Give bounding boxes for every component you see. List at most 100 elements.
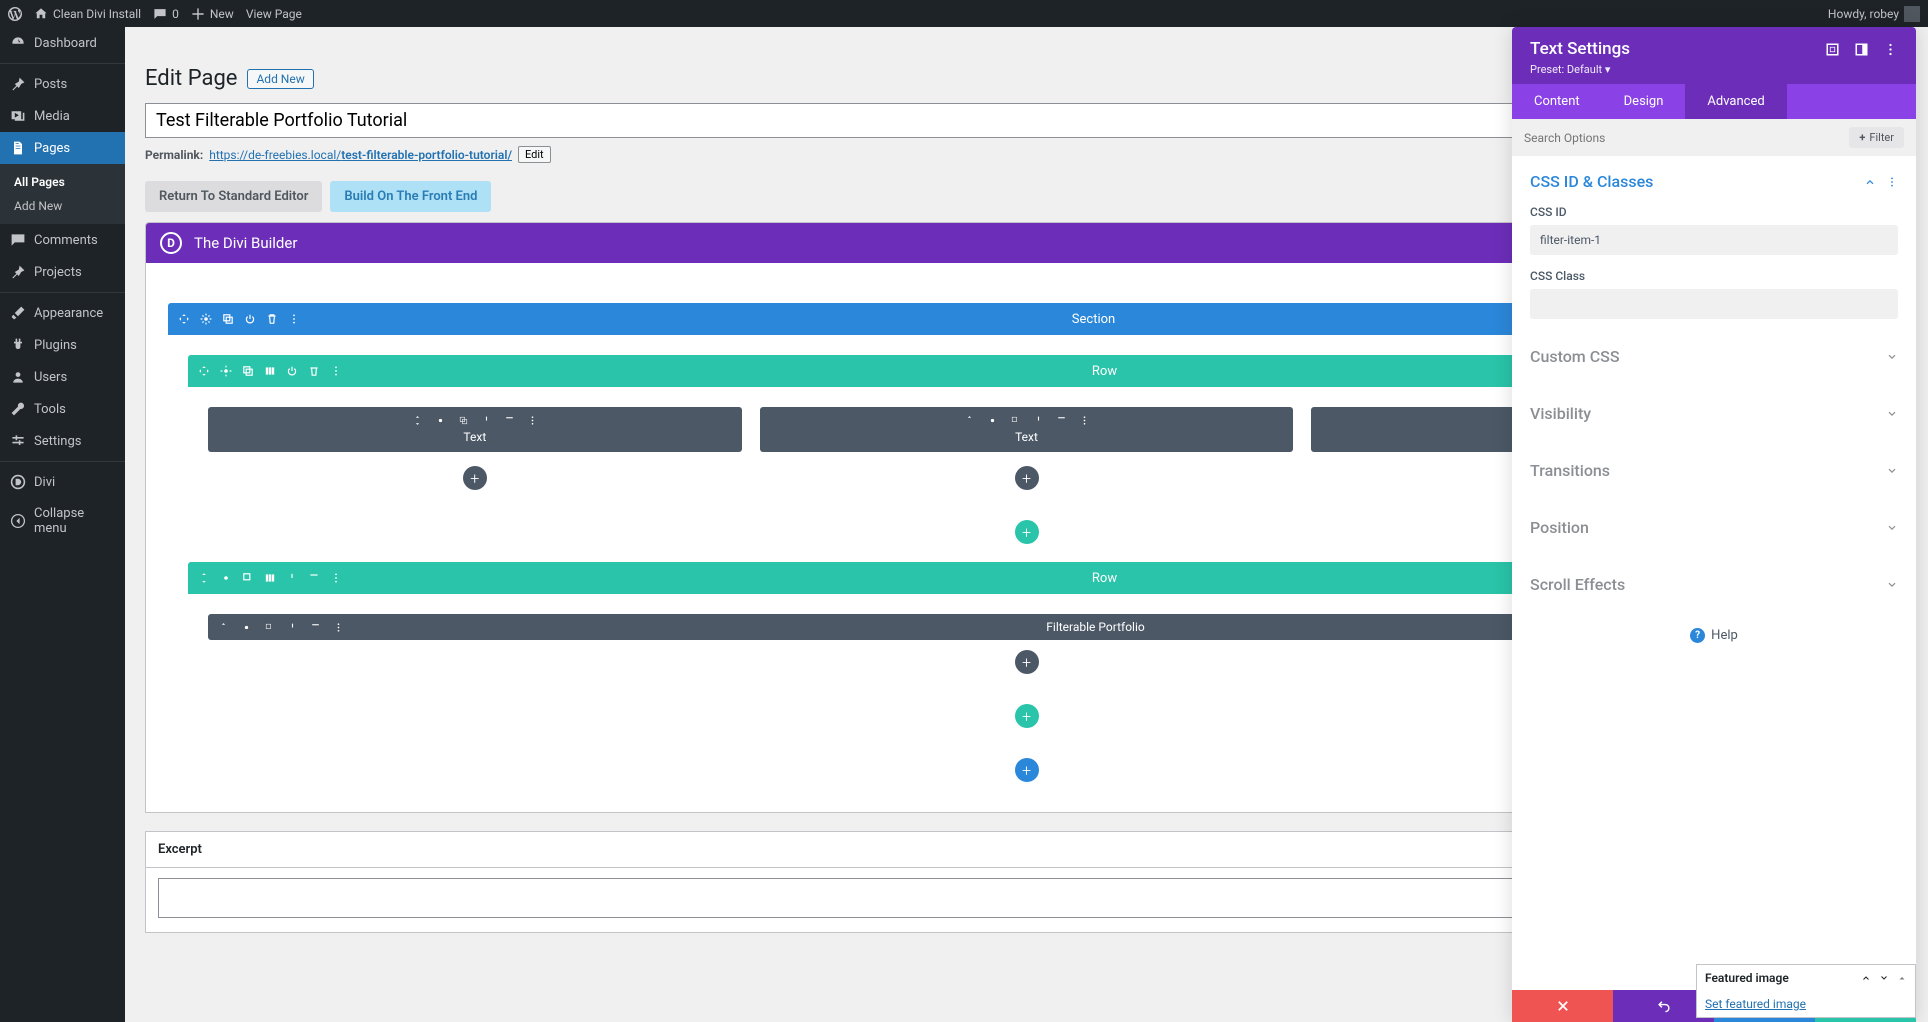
duplicate-icon[interactable] bbox=[264, 622, 275, 633]
sidebar-item-appearance[interactable]: Appearance bbox=[0, 297, 125, 329]
add-row-button[interactable]: + bbox=[1015, 520, 1039, 544]
add-section-button[interactable]: + bbox=[1015, 758, 1039, 782]
duplicate-icon[interactable] bbox=[222, 313, 234, 325]
more-icon[interactable] bbox=[1886, 176, 1898, 188]
help-icon: ? bbox=[1690, 628, 1705, 643]
trash-icon[interactable] bbox=[504, 415, 515, 426]
sidebar-item-settings[interactable]: Settings bbox=[0, 425, 125, 457]
move-icon[interactable] bbox=[964, 415, 975, 426]
sidebar-item-posts[interactable]: Posts bbox=[0, 68, 125, 100]
add-row-button[interactable]: + bbox=[1015, 704, 1039, 728]
admin-howdy[interactable]: Howdy, robey bbox=[1828, 6, 1920, 22]
css-class-input[interactable] bbox=[1530, 289, 1898, 319]
duplicate-icon[interactable] bbox=[242, 365, 254, 377]
move-icon[interactable] bbox=[198, 572, 210, 584]
gear-icon[interactable] bbox=[200, 313, 212, 325]
settings-filter-button[interactable]: +Filter bbox=[1849, 127, 1904, 148]
submenu-all-pages[interactable]: All Pages bbox=[0, 170, 125, 194]
section-position[interactable]: Position bbox=[1530, 518, 1898, 537]
add-module-button[interactable]: + bbox=[463, 466, 487, 490]
build-frontend-button[interactable]: Build On The Front End bbox=[330, 181, 491, 212]
sidebar-item-comments[interactable]: Comments bbox=[0, 224, 125, 256]
permalink-base-link[interactable]: https://de-freebies.local/ bbox=[209, 148, 341, 162]
gear-icon[interactable] bbox=[220, 365, 232, 377]
expand-icon[interactable] bbox=[1825, 42, 1840, 57]
chevron-up-icon[interactable] bbox=[1861, 973, 1871, 983]
section-custom-css[interactable]: Custom CSS bbox=[1530, 347, 1898, 366]
return-standard-button[interactable]: Return To Standard Editor bbox=[145, 181, 322, 212]
gear-icon[interactable] bbox=[987, 415, 998, 426]
sidebar-item-projects[interactable]: Projects bbox=[0, 256, 125, 288]
power-icon[interactable] bbox=[286, 572, 298, 584]
sidebar-item-collapse[interactable]: Collapse menu bbox=[0, 498, 125, 544]
trash-icon[interactable] bbox=[1056, 415, 1067, 426]
section-css-id-classes[interactable]: CSS ID & Classes bbox=[1530, 172, 1898, 191]
power-icon[interactable] bbox=[286, 365, 298, 377]
duplicate-icon[interactable] bbox=[242, 572, 254, 584]
sidebar-item-media[interactable]: Media bbox=[0, 100, 125, 132]
snap-icon[interactable] bbox=[1854, 42, 1869, 57]
edit-slug-button[interactable]: Edit bbox=[518, 146, 551, 163]
trash-icon[interactable] bbox=[310, 622, 321, 633]
gear-icon[interactable] bbox=[220, 572, 232, 584]
power-icon[interactable] bbox=[481, 415, 492, 426]
more-icon[interactable] bbox=[1883, 42, 1898, 57]
move-icon[interactable] bbox=[412, 415, 423, 426]
sidebar-item-plugins[interactable]: Plugins bbox=[0, 329, 125, 361]
more-icon[interactable] bbox=[1079, 415, 1090, 426]
move-icon[interactable] bbox=[178, 313, 190, 325]
more-icon[interactable] bbox=[527, 415, 538, 426]
preset-label[interactable]: Preset: Default ▾ bbox=[1530, 59, 1898, 84]
section-transitions[interactable]: Transitions bbox=[1530, 461, 1898, 480]
add-module-button[interactable]: + bbox=[1015, 650, 1039, 674]
trash-icon[interactable] bbox=[308, 365, 320, 377]
gear-icon[interactable] bbox=[435, 415, 446, 426]
section-visibility[interactable]: Visibility bbox=[1530, 404, 1898, 423]
tab-content[interactable]: Content bbox=[1512, 84, 1602, 119]
more-icon[interactable] bbox=[333, 622, 344, 633]
caret-up-icon[interactable] bbox=[1897, 973, 1907, 983]
admin-new[interactable]: New bbox=[191, 7, 234, 21]
trash-icon[interactable] bbox=[308, 572, 320, 584]
close-button[interactable] bbox=[1512, 990, 1613, 1022]
help-link[interactable]: ? Help bbox=[1530, 608, 1898, 663]
metabox-title: Featured image bbox=[1705, 971, 1789, 985]
admin-view-page[interactable]: View Page bbox=[246, 7, 302, 21]
css-id-input[interactable] bbox=[1530, 225, 1898, 255]
add-new-button[interactable]: Add New bbox=[247, 69, 313, 89]
duplicate-icon[interactable] bbox=[458, 415, 469, 426]
trash-icon[interactable] bbox=[266, 313, 278, 325]
more-icon[interactable] bbox=[330, 365, 342, 377]
more-icon[interactable] bbox=[288, 313, 300, 325]
site-name-link[interactable]: Clean Divi Install bbox=[34, 7, 141, 21]
sidebar-item-users[interactable]: Users bbox=[0, 361, 125, 393]
permalink-slug-link[interactable]: test-filterable-portfolio-tutorial/ bbox=[341, 148, 512, 162]
power-icon[interactable] bbox=[1033, 415, 1044, 426]
more-icon[interactable] bbox=[330, 572, 342, 584]
dashboard-icon bbox=[10, 35, 26, 51]
duplicate-icon[interactable] bbox=[1010, 415, 1021, 426]
gear-icon[interactable] bbox=[241, 622, 252, 633]
power-icon[interactable] bbox=[244, 313, 256, 325]
admin-comments[interactable]: 0 bbox=[153, 7, 179, 21]
move-icon[interactable] bbox=[218, 622, 229, 633]
tab-design[interactable]: Design bbox=[1602, 84, 1686, 119]
section-scroll-effects[interactable]: Scroll Effects bbox=[1530, 575, 1898, 594]
sidebar-item-tools[interactable]: Tools bbox=[0, 393, 125, 425]
sidebar-item-divi[interactable]: Divi bbox=[0, 466, 125, 498]
add-module-button[interactable]: + bbox=[1015, 466, 1039, 490]
columns-icon[interactable] bbox=[264, 572, 276, 584]
submenu-add-new[interactable]: Add New bbox=[0, 194, 125, 218]
tab-advanced[interactable]: Advanced bbox=[1685, 84, 1786, 119]
columns-icon[interactable] bbox=[264, 365, 276, 377]
sidebar-item-dashboard[interactable]: Dashboard bbox=[0, 27, 125, 59]
set-featured-image-link[interactable]: Set featured image bbox=[1705, 997, 1806, 1011]
power-icon[interactable] bbox=[287, 622, 298, 633]
settings-search-input[interactable] bbox=[1524, 131, 1841, 145]
wordpress-logo[interactable] bbox=[8, 7, 22, 21]
module-text[interactable]: Text bbox=[208, 407, 742, 452]
module-text[interactable]: Text bbox=[760, 407, 1294, 452]
move-icon[interactable] bbox=[198, 365, 210, 377]
chevron-down-icon[interactable] bbox=[1879, 973, 1889, 983]
sidebar-item-pages[interactable]: Pages bbox=[0, 132, 125, 164]
